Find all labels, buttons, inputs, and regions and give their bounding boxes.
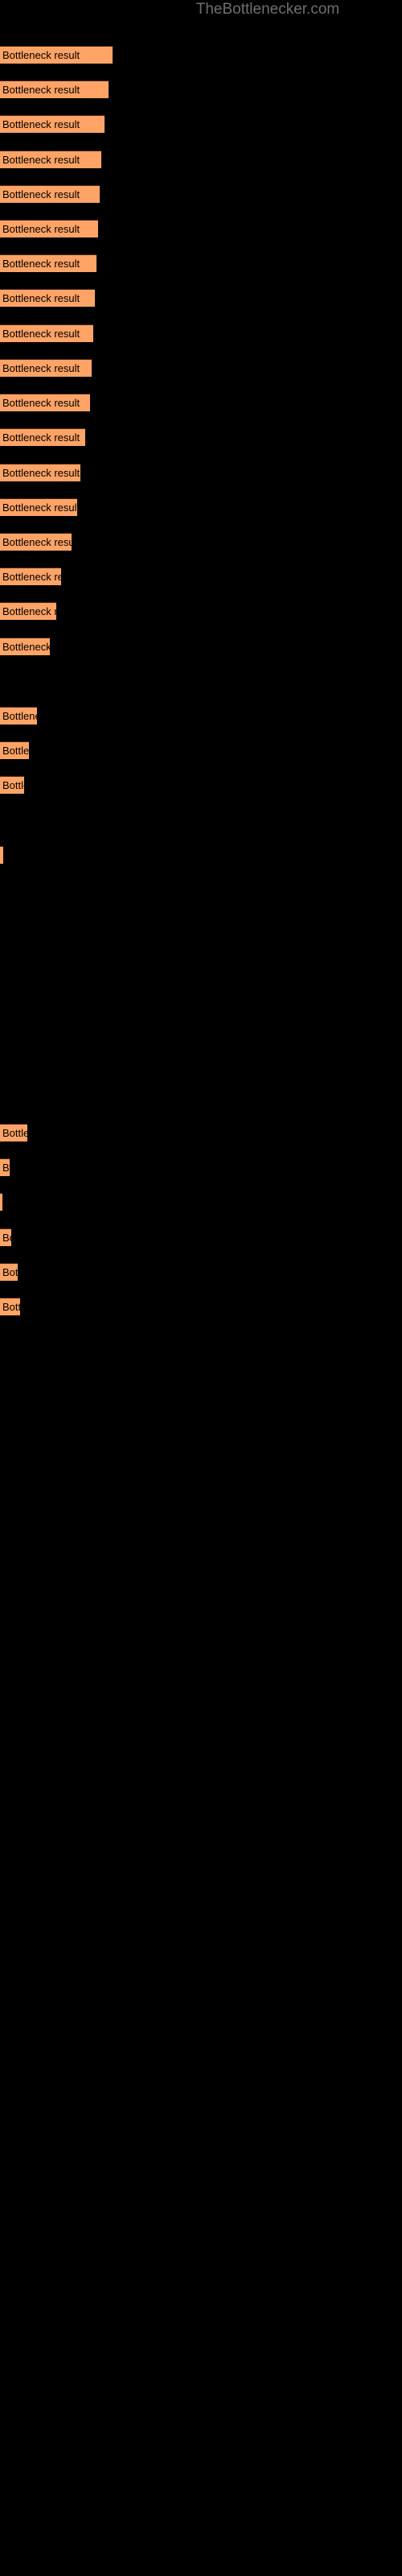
bar-19[interactable]: Bottleneck result xyxy=(0,707,37,724)
bar-1[interactable]: Bottleneck result xyxy=(0,46,113,64)
bar-17[interactable]: Bottleneck result xyxy=(0,602,56,620)
bar-label: Bottleneck result xyxy=(2,154,80,166)
bar-label: Bottleneck result xyxy=(2,188,80,200)
bar-27[interactable]: Bottleneck result xyxy=(0,1263,18,1281)
bar-label: Bottleneck result xyxy=(2,710,37,722)
bar-14[interactable]: Bottleneck result xyxy=(0,498,77,516)
bar-9[interactable]: Bottleneck result xyxy=(0,324,93,342)
bar-label: Bottleneck result xyxy=(2,641,50,653)
bar-3[interactable]: Bottleneck result xyxy=(0,115,105,133)
bar-label: Bottleneck result xyxy=(2,397,80,409)
bar-label: Bottleneck result xyxy=(2,536,72,548)
bar-label: Bottleneck result xyxy=(2,1301,20,1313)
bar-label: Bottleneck result xyxy=(2,362,80,374)
bar-12[interactable]: Bottleneck result xyxy=(0,428,85,446)
bar-8[interactable]: Bottleneck result xyxy=(0,289,95,307)
bar-label: Bottleneck result xyxy=(2,745,29,757)
bar-label: Bottleneck result xyxy=(2,118,80,130)
bar-28[interactable]: Bottleneck result xyxy=(0,1298,20,1315)
bar-label: Bottleneck result xyxy=(2,328,80,340)
bottleneck-bar-chart: Bottleneck result Bottleneck result Bottle… xyxy=(0,0,402,2576)
bar-21[interactable]: Bottleneck result xyxy=(0,776,24,794)
bar-label: Bottleneck result xyxy=(2,292,80,304)
bar-label: Bottleneck result xyxy=(2,571,61,583)
bar-24[interactable]: Bottleneck result xyxy=(0,1158,10,1176)
bar-label: Bottleneck result xyxy=(2,467,80,479)
bar-4[interactable]: Bottleneck result xyxy=(0,151,101,168)
bar-label: Bottleneck result xyxy=(2,223,80,235)
bar-6[interactable]: Bottleneck result xyxy=(0,220,98,237)
bar-20[interactable]: Bottleneck result xyxy=(0,741,29,759)
bar-11[interactable]: Bottleneck result xyxy=(0,394,90,411)
bar-label: Bottleneck result xyxy=(2,84,80,96)
bar-label: Bottleneck result xyxy=(2,848,3,864)
bar-16[interactable]: Bottleneck result xyxy=(0,568,61,585)
bar-5[interactable]: Bottleneck result xyxy=(0,185,100,203)
bar-label: Bottleneck result xyxy=(2,49,80,61)
bar-15[interactable]: Bottleneck result xyxy=(0,533,72,551)
bar-label: Bottleneck result xyxy=(2,258,80,270)
bar-label: Bottleneck result xyxy=(2,1162,10,1174)
bar-25[interactable]: Bottleneck result xyxy=(0,1193,2,1211)
bar-22[interactable]: Bottleneck result xyxy=(0,846,3,864)
bar-23[interactable]: Bottleneck result xyxy=(0,1124,27,1141)
bar-label: Bottleneck result xyxy=(2,605,56,617)
bar-label: Bottleneck result xyxy=(2,779,24,791)
bar-label: Bottleneck result xyxy=(2,1266,18,1278)
bar-2[interactable]: Bottleneck result xyxy=(0,80,109,98)
bar-13[interactable]: Bottleneck result xyxy=(0,464,80,481)
bar-10[interactable]: Bottleneck result xyxy=(0,359,92,377)
bar-label: Bottleneck result xyxy=(2,502,77,514)
bar-26[interactable]: Bottleneck result xyxy=(0,1228,11,1246)
bar-label: Bottleneck result xyxy=(2,431,80,444)
bar-18[interactable]: Bottleneck result xyxy=(0,638,50,655)
bar-label: Bottleneck result xyxy=(2,1127,27,1139)
bar-label: Bottleneck result xyxy=(2,1232,11,1244)
bar-7[interactable]: Bottleneck result xyxy=(0,254,96,272)
